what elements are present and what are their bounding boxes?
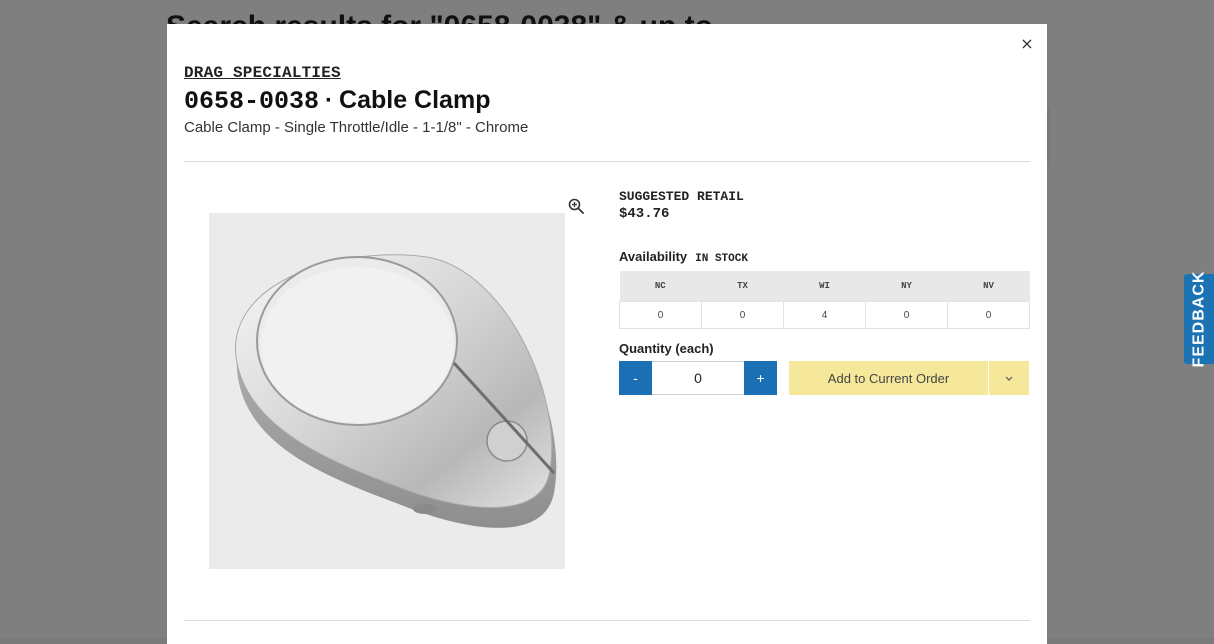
warehouse-header: WI	[783, 271, 866, 302]
warehouse-header: NV	[947, 271, 1030, 302]
part-title: Cable Clamp	[339, 86, 491, 114]
product-image[interactable]	[209, 213, 565, 569]
add-to-order-button[interactable]: Add to Current Order	[789, 361, 988, 395]
order-button-group: Add to Current Order	[789, 361, 1029, 395]
quantity-label: Quantity (each)	[619, 341, 714, 356]
chevron-down-icon	[1005, 376, 1013, 381]
part-number: 0658-0038	[184, 87, 320, 116]
warehouse-stock-count: 0	[947, 301, 1030, 329]
price-value: $43.76	[619, 206, 670, 222]
warehouse-stock-table: NC TX WI NY NV 0 0 4 0 0	[619, 271, 1030, 329]
warehouse-stock-row: 0 0 4 0 0	[619, 301, 1030, 329]
product-description: Cable Clamp - Single Throttle/Idle - 1-1…	[184, 119, 529, 136]
warehouse-header: TX	[701, 271, 784, 302]
warehouse-stock-count: 0	[701, 301, 784, 329]
close-button[interactable]: ×	[1017, 34, 1037, 54]
availability-row: Availability IN STOCK	[619, 249, 748, 265]
warehouse-header: NC	[619, 271, 702, 302]
increment-button[interactable]: +	[744, 361, 777, 395]
stock-status-badge: IN STOCK	[695, 253, 748, 265]
quantity-input[interactable]	[652, 361, 744, 395]
product-modal: × DRAG SPECIALTIES 0658-0038 · Cable Clamp…	[167, 24, 1047, 644]
divider	[184, 161, 1030, 162]
title-separator: ·	[325, 87, 334, 114]
feedback-tab[interactable]: FEEDBACK	[1184, 271, 1214, 367]
brand-link[interactable]: DRAG SPECIALTIES	[184, 64, 341, 82]
cable-clamp-illustration	[235, 254, 557, 528]
price-label: SUGGESTED RETAIL	[619, 189, 744, 204]
availability-label: Availability	[619, 249, 688, 264]
product-heading: 0658-0038 · Cable Clamp	[184, 86, 490, 116]
feedback-label: FEEDBACK	[1190, 270, 1208, 368]
order-dropdown-button[interactable]	[988, 361, 1029, 395]
warehouse-header: NY	[865, 271, 948, 302]
warehouse-stock-count: 4	[783, 301, 866, 329]
divider	[184, 620, 1030, 621]
warehouse-header-row: NC TX WI NY NV	[619, 271, 1030, 302]
quantity-stepper: - +	[619, 361, 777, 395]
zoom-in-icon[interactable]	[568, 198, 584, 214]
warehouse-stock-count: 0	[619, 301, 702, 329]
warehouse-stock-count: 0	[865, 301, 948, 329]
decrement-button[interactable]: -	[619, 361, 652, 395]
